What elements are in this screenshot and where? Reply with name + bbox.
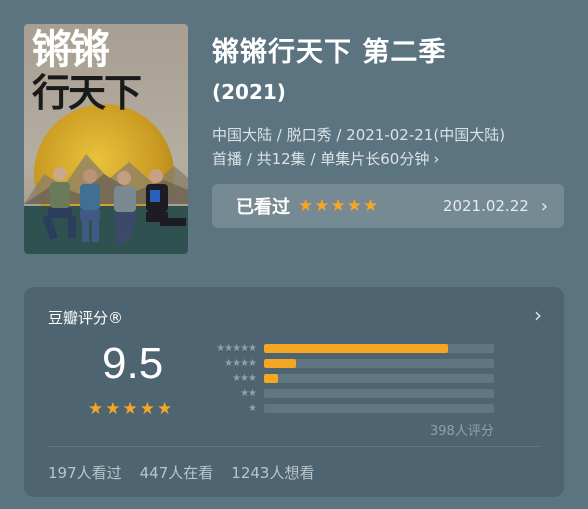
stat-watched[interactable]: 197人看过 (48, 462, 122, 483)
poster-title: 锵锵 行天下 (32, 30, 182, 112)
my-rating-stars: ★★★★★ (298, 196, 380, 216)
chevron-right-icon: › (540, 195, 548, 217)
divider (48, 446, 540, 447)
distribution-fill (264, 359, 297, 368)
poster-people (42, 167, 186, 244)
distribution-stars: ★★★★ (224, 358, 257, 369)
distribution-stars: ★★ (240, 388, 257, 399)
show-meta-line2-text: 首播 / 共12集 / 单集片长60分钟 (212, 150, 430, 168)
stat-wish[interactable]: 1243人想看 (231, 462, 314, 483)
rating-count: 398人评分 (430, 424, 494, 439)
watch-stats: 197人看过 447人在看 1243人想看 (48, 462, 314, 483)
rating-score: 9.5 (102, 339, 164, 388)
watched-date: 2021.02.22 (442, 197, 529, 215)
chevron-right-icon: › (534, 303, 542, 327)
distribution-row: ★★★★★ (204, 341, 504, 356)
distribution-stars: ★★★ (232, 373, 257, 384)
distribution-track (264, 389, 494, 398)
poster-image[interactable]: 锵锵 行天下 (24, 24, 188, 254)
show-title: 锵锵行天下 第二季 (212, 37, 447, 68)
distribution-track (264, 404, 494, 413)
distribution-row: ★★★ (204, 371, 504, 386)
show-meta-line2: 首播 / 共12集 / 单集片长60分钟 › (212, 147, 572, 171)
rating-stars: ★★★★★ (88, 399, 175, 419)
chevron-right-icon: › (433, 150, 440, 168)
my-rating-bar[interactable]: 已看过 ★★★★★ 2021.02.22 › (212, 184, 564, 228)
show-meta[interactable]: 中国大陆 / 脱口秀 / 2021-02-21(中国大陆) 首播 / 共12集 … (212, 123, 572, 171)
distribution-fill (264, 374, 278, 383)
douban-rating-card[interactable]: 豆瓣评分® › 9.5 ★★★★★ ★★★★★ ★★★★ ★★★ ★★ ★ 398人评分… (24, 287, 564, 497)
stat-watching[interactable]: 447人在看 (140, 462, 214, 483)
distribution-row: ★★★★ (204, 356, 504, 371)
distribution-stars: ★ (248, 403, 257, 414)
distribution-stars: ★★★★★ (216, 343, 257, 354)
distribution-row: ★ (204, 401, 504, 416)
distribution-fill (264, 344, 448, 353)
show-meta-line1: 中国大陆 / 脱口秀 / 2021-02-21(中国大陆) (212, 126, 506, 144)
distribution-track (264, 344, 494, 353)
rating-distribution: ★★★★★ ★★★★ ★★★ ★★ ★ (204, 341, 504, 416)
poster-title-line1: 锵锵 (32, 26, 110, 73)
distribution-track (264, 374, 494, 383)
watched-label: 已看过 (236, 197, 290, 218)
poster-title-line2: 行天下 (32, 70, 142, 115)
distribution-row: ★★ (204, 386, 504, 401)
show-year: (2021) (212, 80, 286, 104)
distribution-track (264, 359, 494, 368)
rating-label: 豆瓣评分® (48, 309, 124, 327)
